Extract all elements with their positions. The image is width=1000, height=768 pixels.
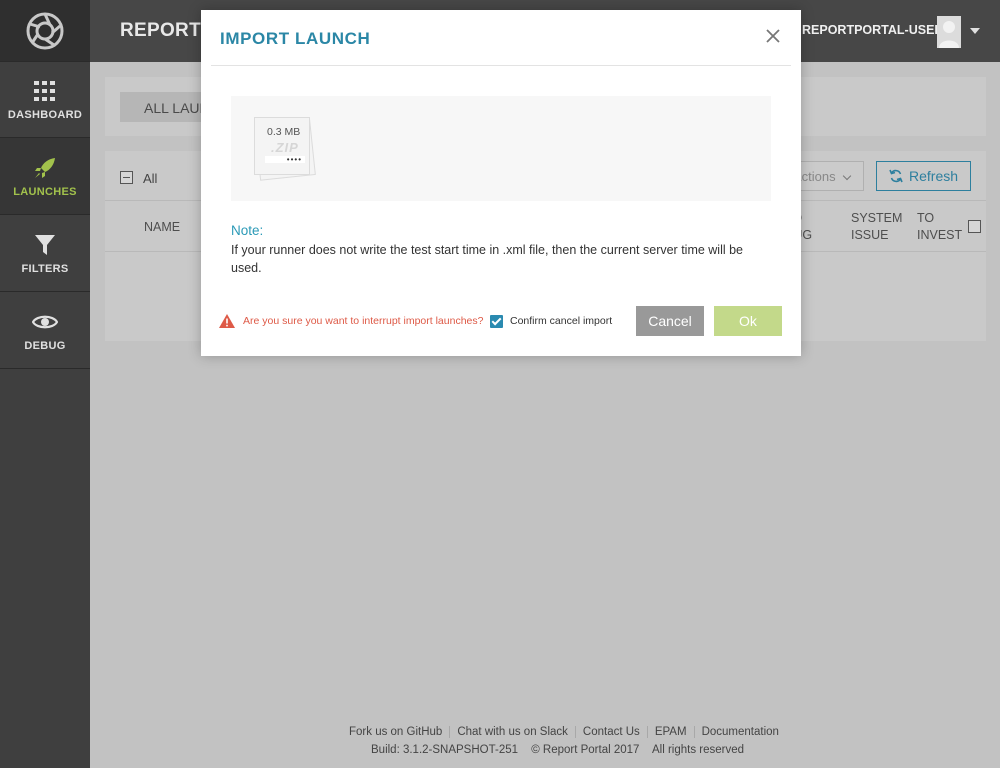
select-all-checkbox[interactable] [120,171,133,184]
copyright: © Report Portal 2017 [531,744,640,756]
build-version: Build: 3.1.2-SNAPSHOT-251 [371,744,519,756]
close-icon[interactable] [763,26,783,46]
sidebar-item-launches[interactable]: LAUNCHES [0,138,90,215]
reportportal-logo-icon [26,12,64,49]
footer-link-documentation[interactable]: Documentation [693,726,786,738]
sidebar-item-label: DASHBOARD [7,109,83,121]
sidebar-item-debug[interactable]: DEBUG [0,292,90,369]
uploaded-file: 0.3 MB .ZIP •••• [253,116,316,181]
modal-title: IMPORT LAUNCH [220,29,371,48]
confirm-cancel-checkbox[interactable] [490,315,503,328]
footer-link-github[interactable]: Fork us on GitHub [349,726,449,738]
file-dropzone[interactable]: 0.3 MB .ZIP •••• [231,96,771,201]
footer-link-epam[interactable]: EPAM [646,726,694,738]
grid-icon [34,78,56,104]
sidebar-item-dashboard[interactable]: DASHBOARD [0,62,90,138]
sidebar-item-filters[interactable]: FILTERS [0,215,90,292]
footer-link-slack[interactable]: Chat with us on Slack [449,726,575,738]
footer-links: Fork us on GitHub Chat with us on Slack … [349,726,786,738]
warning-icon [219,314,235,328]
modal-header: IMPORT LAUNCH [211,10,791,66]
file-progress: •••• [265,156,305,164]
import-launch-modal: IMPORT LAUNCH 0.3 MB .ZIP •••• Note: If … [201,10,801,356]
confirm-cancel-label[interactable]: Confirm cancel import [510,315,612,327]
footer-build-info: Build: 3.1.2-SNAPSHOT-251 © Report Porta… [371,744,754,756]
file-size: 0.3 MB [267,126,301,138]
user-name[interactable]: REPORTPORTAL-USER [802,23,943,37]
rocket-icon [33,155,57,181]
sidebar: DASHBOARD LAUNCHES FILTERS DEBUG [0,0,90,768]
funnel-icon [34,232,56,258]
footer-link-contact[interactable]: Contact Us [574,726,647,738]
eye-icon [32,309,58,335]
app-logo[interactable] [0,0,90,62]
select-all-label: All [143,171,158,186]
chevron-down-icon [842,171,852,181]
note-title: Note: [231,223,264,238]
sidebar-item-label: FILTERS [21,262,69,275]
cancel-warning: Are you sure you want to interrupt impor… [219,314,483,328]
cancel-button[interactable]: Cancel [636,306,704,336]
refresh-icon [889,169,903,183]
column-name[interactable]: NAME [144,219,180,236]
warning-text: Are you sure you want to interrupt impor… [243,315,484,327]
rights-reserved: All rights reserved [651,744,745,756]
sidebar-item-label: DEBUG [24,339,66,352]
user-silhouette-icon [937,16,961,48]
column-select-checkbox[interactable] [968,220,981,233]
note-text: If your runner does not write the test s… [231,243,744,275]
column-to-invest[interactable]: TO INVEST [917,210,965,244]
refresh-button[interactable]: Refresh [876,161,971,191]
sidebar-item-label: LAUNCHES [13,185,77,198]
column-system-issue[interactable]: SYSTEM ISSUE [851,210,903,244]
chevron-down-icon[interactable] [970,28,980,34]
avatar[interactable] [937,16,961,48]
ok-button[interactable]: Ok [714,306,782,336]
refresh-label: Refresh [909,168,959,184]
file-extension: .ZIP [271,140,299,155]
